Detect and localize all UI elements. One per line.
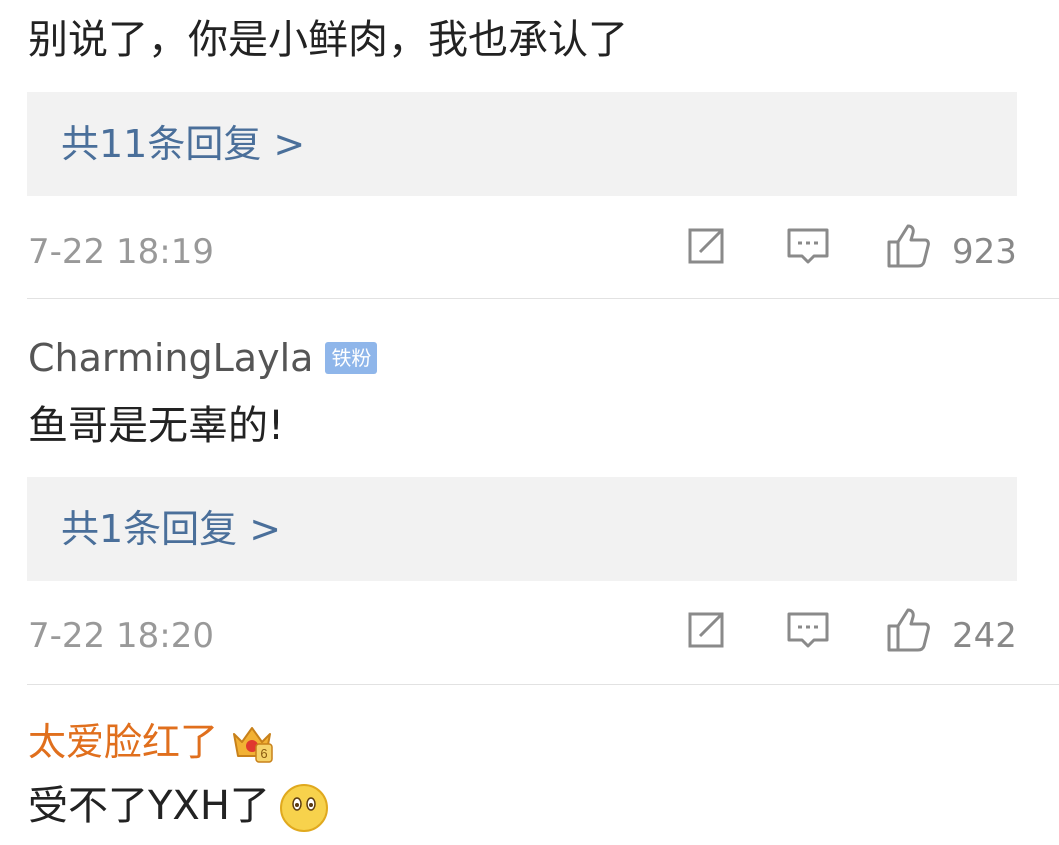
svg-text:6: 6 (260, 746, 267, 761)
comment-author-row: 太爱脸红了 6 (28, 718, 274, 766)
comment-icon[interactable] (784, 222, 832, 270)
reply-summary-box[interactable]: 共1条回复 > (27, 477, 1017, 581)
username[interactable]: CharmingLayla (28, 334, 313, 382)
comment-author-row: CharmingLayla 铁粉 (28, 334, 378, 382)
comment-meta-row: 7-22 18:19 923 (0, 222, 1059, 282)
fan-badge: 铁粉 (325, 342, 378, 374)
username[interactable]: 太爱脸红了 (28, 718, 218, 766)
view-replies-link[interactable]: 共1条回复 > (61, 505, 281, 553)
comment-text-row: 受不了YXH了 (28, 782, 330, 834)
repost-icon[interactable] (682, 222, 730, 270)
comment-divider (27, 684, 1059, 685)
view-replies-link[interactable]: 共11条回复 > (61, 120, 305, 168)
comment-divider (27, 298, 1059, 299)
repost-icon[interactable] (682, 606, 730, 654)
comment-timestamp: 7-22 18:20 (28, 616, 214, 656)
thumbs-up-icon[interactable] (884, 222, 932, 270)
like-count: 923 (952, 232, 1017, 272)
crown-level-badge-icon: 6 (230, 720, 274, 764)
thumbs-up-icon[interactable] (884, 606, 932, 654)
comment-text: 别说了，你是小鲜肉，我也承认了 (28, 17, 628, 63)
comment-text: 受不了YXH了 (28, 783, 270, 829)
comment-meta-row: 7-22 18:20 242 (0, 606, 1059, 666)
comment-text: 鱼哥是无辜的! (28, 403, 285, 449)
comment-timestamp: 7-22 18:19 (28, 232, 214, 272)
blushing-face-emoji (278, 782, 330, 834)
like-count: 242 (952, 616, 1017, 656)
comment-icon[interactable] (784, 606, 832, 654)
reply-summary-box[interactable]: 共11条回复 > (27, 92, 1017, 196)
